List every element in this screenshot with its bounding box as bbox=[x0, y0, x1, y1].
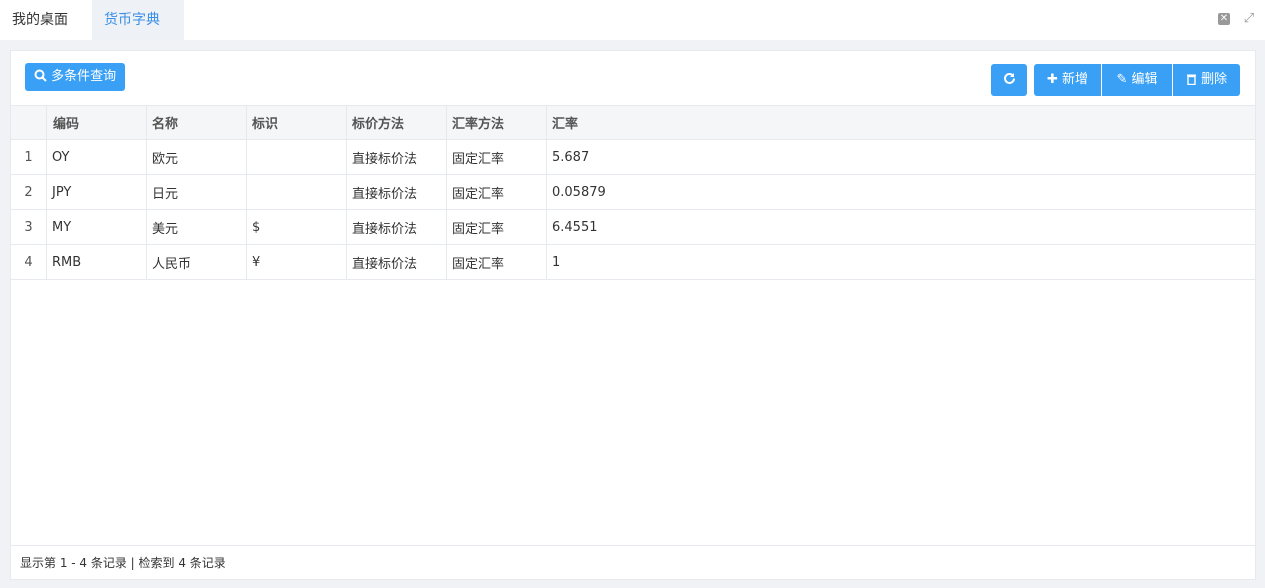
table-header: 编码 名称 标识 标价方法 汇率方法 汇率 bbox=[11, 105, 1255, 140]
header-name[interactable]: 名称 bbox=[147, 106, 247, 139]
cell-rate-method: 固定汇率 bbox=[447, 245, 547, 279]
header-rate-method[interactable]: 汇率方法 bbox=[447, 106, 547, 139]
tab-currency-dictionary[interactable]: 货币字典 bbox=[92, 0, 184, 40]
cell-row-number: 3 bbox=[11, 210, 47, 244]
cell-pricing: 直接标价法 bbox=[347, 245, 447, 279]
add-button[interactable]: ✚ 新增 bbox=[1034, 64, 1101, 96]
cell-symbol bbox=[247, 175, 347, 209]
cell-rate: 6.4551 bbox=[552, 219, 598, 235]
edit-button[interactable]: ✎ 编辑 bbox=[1102, 64, 1172, 96]
pagination-info: 显示第 1 - 4 条记录 | 检索到 4 条记录 bbox=[11, 545, 1255, 579]
cell-code: JPY bbox=[47, 175, 147, 209]
cell-name: 人民币 bbox=[147, 245, 247, 279]
refresh-icon bbox=[1003, 72, 1015, 84]
header-symbol[interactable]: 标识 bbox=[247, 106, 347, 139]
cell-name: 日元 bbox=[147, 175, 247, 209]
cell-name: 欧元 bbox=[147, 140, 247, 174]
cell-name: 美元 bbox=[147, 210, 247, 244]
cell-rate: 5.687 bbox=[552, 149, 590, 165]
trash-icon bbox=[1186, 74, 1196, 86]
header-num bbox=[11, 106, 47, 139]
table-row[interactable]: 2 JPY 日元 直接标价法 固定汇率 0.05879 bbox=[11, 175, 1255, 210]
cell-rate-method: 固定汇率 bbox=[447, 210, 547, 244]
cell-rate: 1 bbox=[552, 254, 561, 270]
cell-row-number: 4 bbox=[11, 245, 47, 279]
header-pricing[interactable]: 标价方法 bbox=[347, 106, 447, 139]
search-icon bbox=[34, 69, 47, 82]
refresh-button[interactable] bbox=[991, 64, 1027, 96]
delete-label: 删除 bbox=[1201, 72, 1228, 87]
table-row[interactable]: 4 RMB 人民币 ¥ 直接标价法 固定汇率 1 bbox=[11, 245, 1255, 280]
cell-symbol bbox=[247, 140, 347, 174]
cell-symbol: $ bbox=[247, 210, 347, 244]
cell-code: MY bbox=[47, 210, 147, 244]
cell-code: RMB bbox=[47, 245, 147, 279]
table-row[interactable]: 3 MY 美元 $ 直接标价法 固定汇率 6.4551 bbox=[11, 210, 1255, 245]
cell-code: OY bbox=[47, 140, 147, 174]
edit-icon: ✎ bbox=[1116, 72, 1128, 87]
cell-pricing: 直接标价法 bbox=[347, 210, 447, 244]
tab-my-desktop[interactable]: 我的桌面 bbox=[0, 0, 80, 40]
edit-label: 编辑 bbox=[1131, 72, 1158, 87]
cell-pricing: 直接标价法 bbox=[347, 175, 447, 209]
multi-query-label: 多条件查询 bbox=[51, 69, 117, 84]
cell-row-number: 1 bbox=[11, 140, 47, 174]
header-rate[interactable]: 汇率 bbox=[547, 106, 1255, 139]
plus-icon: ✚ bbox=[1046, 72, 1058, 87]
close-icon[interactable]: ✕ bbox=[1218, 13, 1230, 25]
cell-symbol: ¥ bbox=[247, 245, 347, 279]
table-row[interactable]: 1 OY 欧元 直接标价法 固定汇率 5.687 bbox=[11, 140, 1255, 175]
maximize-icon[interactable]: ⤢ bbox=[1243, 12, 1255, 25]
add-label: 新增 bbox=[1062, 72, 1089, 87]
main-panel: 多条件查询 ✚ 新增 ✎ 编辑 删除 编码 名称 标识 标价方法 汇率方法 汇率… bbox=[10, 50, 1256, 580]
cell-pricing: 直接标价法 bbox=[347, 140, 447, 174]
cell-row-number: 2 bbox=[11, 175, 47, 209]
cell-rate: 0.05879 bbox=[552, 184, 606, 200]
cell-rate-method: 固定汇率 bbox=[447, 140, 547, 174]
header-code[interactable]: 编码 bbox=[47, 106, 147, 139]
cell-rate-method: 固定汇率 bbox=[447, 175, 547, 209]
tab-bar: 我的桌面 货币字典 ✕ ⤢ bbox=[0, 0, 1265, 40]
multi-query-button[interactable]: 多条件查询 bbox=[25, 63, 125, 91]
delete-button[interactable]: 删除 bbox=[1173, 64, 1240, 96]
